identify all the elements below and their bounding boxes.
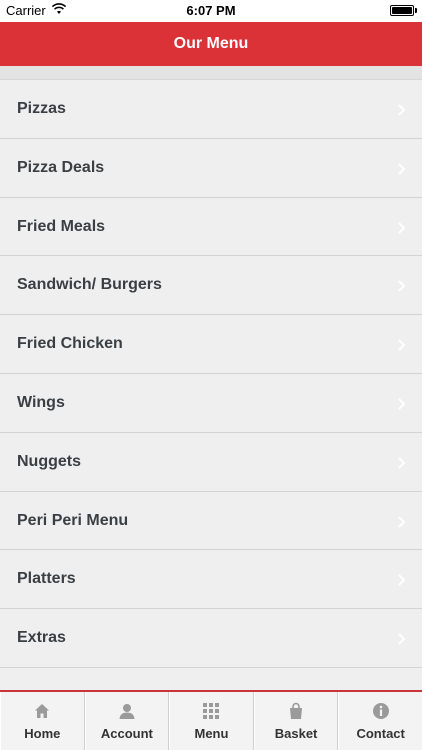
menu-item-wings[interactable]: Wings: [0, 373, 422, 433]
menu-item-label: Extras: [17, 629, 66, 647]
tab-account[interactable]: Account: [84, 692, 170, 750]
tab-menu[interactable]: Menu: [169, 692, 254, 750]
menu-item-peri-peri-menu[interactable]: Peri Peri Menu: [0, 491, 422, 551]
status-time: 6:07 PM: [186, 3, 236, 18]
menu-item-sandwich-burgers[interactable]: Sandwich/ Burgers: [0, 256, 422, 316]
chevron-right-icon: [398, 163, 406, 175]
menu-item-label: Fried Chicken: [17, 335, 123, 353]
chevron-right-icon: [398, 104, 406, 116]
nav-bar: Our Menu: [0, 22, 422, 66]
chevron-right-icon: [398, 574, 406, 587]
menu-item-extras[interactable]: Extras: [0, 609, 422, 668]
info-icon: [372, 703, 389, 719]
menu-item-label: Nuggets: [17, 452, 81, 470]
menu-item-label: Pizza Deals: [17, 158, 105, 176]
battery-icon: [390, 5, 414, 16]
chevron-right-icon: [398, 457, 406, 469]
tab-label: Basket: [274, 726, 318, 741]
menu-item-label: Pizzas: [17, 100, 66, 117]
grid-icon: [203, 703, 220, 719]
menu-list: Pizzas Pizza Deals Fried Meals Sandwich/…: [0, 80, 422, 668]
basket-icon: [290, 702, 303, 719]
chevron-right-icon: [398, 515, 406, 528]
chevron-right-icon: [398, 280, 406, 293]
chevron-right-icon: [398, 221, 406, 234]
tab-label: Menu: [194, 726, 229, 741]
tab-label: Account: [100, 726, 153, 741]
tab-label: Contact: [356, 726, 405, 741]
menu-item-label: Platters: [17, 570, 76, 588]
tab-home[interactable]: Home: [0, 692, 85, 750]
header-divider-strip: [0, 66, 422, 80]
tab-label: Home: [24, 726, 61, 741]
tab-basket[interactable]: Basket: [253, 692, 339, 750]
menu-item-label: Sandwich/ Burgers: [17, 276, 162, 294]
menu-item-platters[interactable]: Platters: [0, 550, 422, 610]
chevron-right-icon: [398, 339, 406, 351]
home-icon: [35, 704, 50, 718]
menu-item-nuggets[interactable]: Nuggets: [0, 432, 422, 492]
menu-item-label: Wings: [17, 393, 65, 411]
status-bar: Carrier 6:07 PM: [0, 0, 422, 22]
bottom-tab-bar: Home Account Menu Basket Contact: [0, 690, 422, 750]
menu-item-fried-meals[interactable]: Fried Meals: [0, 197, 422, 257]
chevron-right-icon: [398, 633, 406, 645]
menu-item-label: Fried Meals: [17, 217, 106, 235]
battery-tip: [415, 8, 417, 13]
tab-contact[interactable]: Contact: [338, 692, 422, 750]
menu-item-pizzas[interactable]: Pizzas: [0, 80, 422, 139]
user-icon: [119, 704, 135, 719]
menu-item-pizza-deals[interactable]: Pizza Deals: [0, 138, 422, 198]
menu-item-fried-chicken[interactable]: Fried Chicken: [0, 315, 422, 374]
page-title: Our Menu: [173, 35, 249, 52]
menu-item-label: Peri Peri Menu: [17, 511, 129, 529]
chevron-right-icon: [398, 398, 406, 410]
